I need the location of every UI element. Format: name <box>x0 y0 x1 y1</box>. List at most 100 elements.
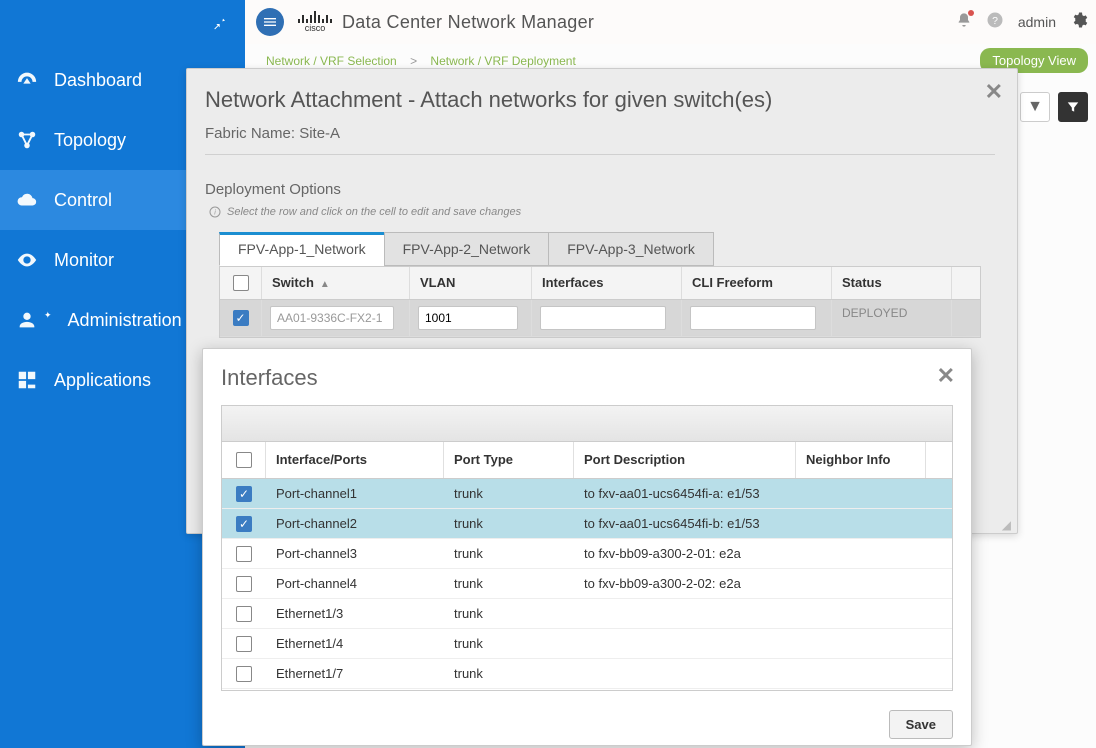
sidebar-item-label: Dashboard <box>54 70 142 91</box>
hint-row: i Select the row and click on the cell t… <box>209 206 995 218</box>
col-port-type[interactable]: Port Type <box>444 442 574 478</box>
cell-interface: Ethernet1/7 <box>266 666 444 681</box>
breadcrumb-step[interactable]: Network / VRF Selection <box>266 54 397 68</box>
sidebar-item-label: Administration <box>68 310 182 331</box>
row-checkbox[interactable] <box>233 310 249 326</box>
breadcrumb-step[interactable]: Network / VRF Deployment <box>430 54 575 68</box>
interfaces-input[interactable] <box>540 306 666 330</box>
user-label[interactable]: admin <box>1018 14 1056 30</box>
interfaces-table-row[interactable]: Port-channel4trunkto fxv-bb09-a300-2-02:… <box>222 569 952 599</box>
save-button[interactable]: Save <box>889 710 953 739</box>
resize-handle-icon: ◢ <box>1002 521 1011 529</box>
modal-title: Network Attachment - Attach networks for… <box>205 87 995 113</box>
row-checkbox[interactable] <box>236 546 252 562</box>
filter-button[interactable] <box>1058 92 1088 122</box>
menu-toggle-button[interactable] <box>256 8 284 36</box>
deploy-label: Deployment Options <box>205 181 995 198</box>
cell-port-type: trunk <box>444 546 574 561</box>
eye-icon <box>16 249 38 271</box>
brand: cisco Data Center Network Manager <box>298 11 594 33</box>
col-switch[interactable]: Switch▲ <box>262 267 410 299</box>
select-all-checkbox[interactable] <box>236 452 252 468</box>
cell-interface: Port-channel3 <box>266 546 444 561</box>
pin-icon[interactable] <box>211 14 227 30</box>
modal-title: Interfaces <box>203 349 971 405</box>
attach-table: Switch▲ VLAN Interfaces CLI Freeform Sta… <box>219 266 981 338</box>
cisco-logo: cisco <box>298 11 332 33</box>
help-button[interactable]: ? <box>986 11 1004 34</box>
interfaces-modal: ✕ Interfaces Interface/Ports Port Type P… <box>202 348 972 746</box>
tab-network-3[interactable]: FPV-App-3_Network <box>548 232 714 266</box>
interfaces-table-body[interactable]: Port-channel1trunkto fxv-aa01-ucs6454fi-… <box>222 479 952 689</box>
col-interface-ports[interactable]: Interface/Ports <box>266 442 444 478</box>
cell-interface: Port-channel2 <box>266 516 444 531</box>
chevron-down-icon: ▼ <box>1027 98 1043 116</box>
close-button[interactable]: ✕ <box>937 363 955 389</box>
gear-icon <box>1070 11 1088 29</box>
breadcrumb-sep: > <box>410 54 417 68</box>
filter-icon <box>1066 100 1080 114</box>
interfaces-table-row[interactable]: Ethernet1/4trunk <box>222 629 952 659</box>
tab-network-1[interactable]: FPV-App-1_Network <box>219 232 385 266</box>
settings-button[interactable] <box>1070 11 1088 34</box>
cell-port-description: to fxv-aa01-ucs6454fi-b: e1/53 <box>574 516 796 531</box>
cli-input[interactable] <box>690 306 816 330</box>
interfaces-table: Interface/Ports Port Type Port Descripti… <box>221 405 953 691</box>
dropdown-button[interactable]: ▼ <box>1020 92 1050 122</box>
cell-port-type: trunk <box>444 636 574 651</box>
close-button[interactable]: ✕ <box>985 79 1003 105</box>
row-checkbox[interactable] <box>236 606 252 622</box>
sort-asc-icon: ▲ <box>320 279 330 290</box>
interfaces-table-row[interactable]: Ethernet1/7trunk <box>222 659 952 689</box>
tabs: FPV-App-1_Network FPV-App-2_Network FPV-… <box>219 232 995 266</box>
sidebar-item-label: Monitor <box>54 250 114 271</box>
attach-table-row[interactable]: DEPLOYED <box>220 300 980 337</box>
cell-port-description: to fxv-aa01-ucs6454fi-a: e1/53 <box>574 486 796 501</box>
cell-port-type: trunk <box>444 606 574 621</box>
row-checkbox[interactable] <box>236 486 252 502</box>
apps-icon <box>16 369 38 391</box>
cell-port-type: trunk <box>444 516 574 531</box>
admin-badge-icon: ✦ <box>44 310 52 321</box>
pin-area <box>0 0 245 44</box>
interfaces-table-row[interactable]: Port-channel2trunkto fxv-aa01-ucs6454fi-… <box>222 509 952 539</box>
interfaces-table-row[interactable]: Ethernet1/3trunk <box>222 599 952 629</box>
cell-interface: Port-channel4 <box>266 576 444 591</box>
col-cli[interactable]: CLI Freeform <box>682 267 832 299</box>
sidebar-item-label: Applications <box>54 370 151 391</box>
col-status[interactable]: Status <box>832 267 952 299</box>
switch-input[interactable] <box>270 306 394 330</box>
notifications-button[interactable] <box>956 12 972 33</box>
topology-icon <box>16 129 38 151</box>
row-checkbox[interactable] <box>236 666 252 682</box>
cell-port-description: to fxv-bb09-a300-2-02: e2a <box>574 576 796 591</box>
row-checkbox[interactable] <box>236 516 252 532</box>
sidebar-item-label: Control <box>54 190 112 211</box>
cell-port-description: to fxv-bb09-a300-2-01: e2a <box>574 546 796 561</box>
fabric-value: Site-A <box>299 125 340 142</box>
sidebar-item-label: Topology <box>54 130 126 151</box>
svg-text:i: i <box>214 210 216 217</box>
col-interfaces[interactable]: Interfaces <box>532 267 682 299</box>
vlan-input[interactable] <box>418 306 518 330</box>
select-all-checkbox[interactable] <box>233 275 249 291</box>
info-icon: i <box>209 206 221 218</box>
interfaces-table-row[interactable]: Port-channel1trunkto fxv-aa01-ucs6454fi-… <box>222 479 952 509</box>
row-checkbox[interactable] <box>236 576 252 592</box>
help-icon: ? <box>986 11 1004 29</box>
table-toolbar <box>222 406 952 442</box>
notification-dot-icon <box>968 10 974 16</box>
col-neighbor-info[interactable]: Neighbor Info <box>796 442 926 478</box>
cisco-text: cisco <box>305 23 326 33</box>
breadcrumb: Network / VRF Selection > Network / VRF … <box>266 54 576 68</box>
tab-network-2[interactable]: FPV-App-2_Network <box>384 232 550 266</box>
cell-interface: Ethernet1/4 <box>266 636 444 651</box>
interfaces-table-row[interactable]: Port-channel3trunkto fxv-bb09-a300-2-01:… <box>222 539 952 569</box>
row-checkbox[interactable] <box>236 636 252 652</box>
col-vlan[interactable]: VLAN <box>410 267 532 299</box>
hint-text: Select the row and click on the cell to … <box>227 206 521 218</box>
app-title: Data Center Network Manager <box>342 12 594 33</box>
gauge-icon <box>16 69 38 91</box>
col-port-description[interactable]: Port Description <box>574 442 796 478</box>
cell-port-type: trunk <box>444 486 574 501</box>
